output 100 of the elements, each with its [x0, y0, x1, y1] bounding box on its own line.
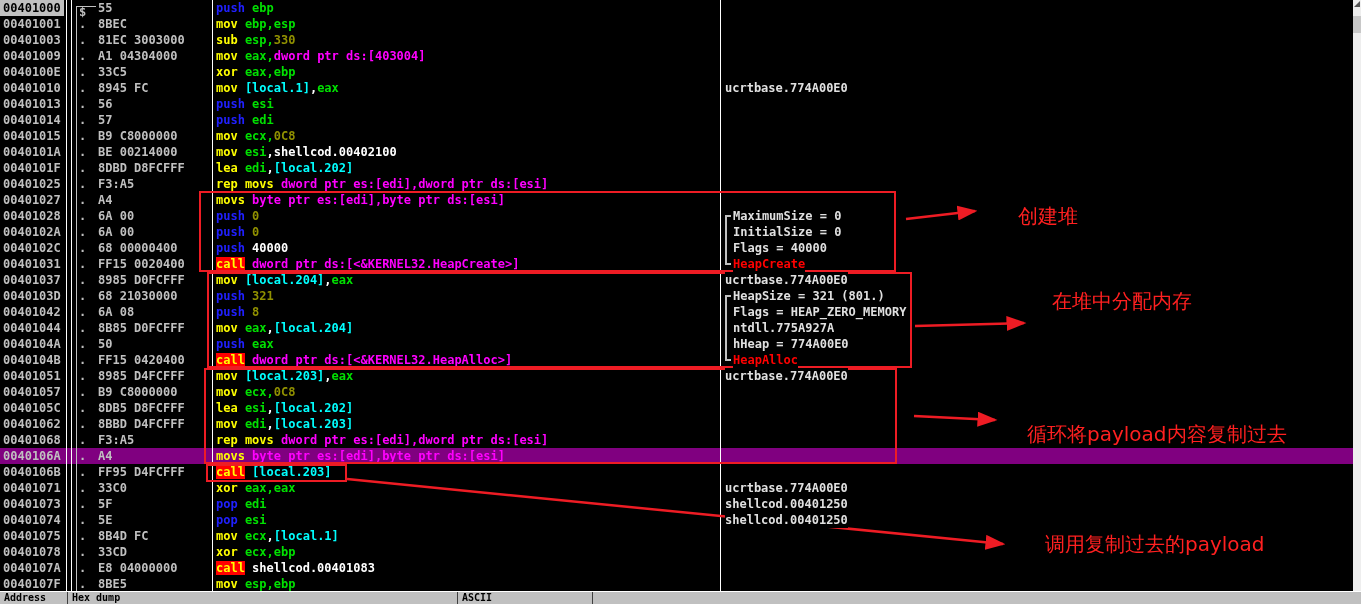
instruction-cell: push 321	[213, 288, 721, 304]
code-row[interactable]: 00401062 . 8BBD D4FCFFF mov edi,[local.203]	[0, 416, 990, 432]
code-row[interactable]: 00401074 . 5E pop esi shellcod.00401250	[0, 512, 990, 528]
instruction-cell: pop edi	[213, 496, 721, 512]
instruction-cell: mov ecx,0C8	[213, 128, 721, 144]
code-row[interactable]: 00401037 . 8985 D0FCFFF mov [local.204],eax ucrtbase.774A00E0	[0, 272, 990, 288]
address-cell-text: 00401009	[2, 48, 62, 64]
hex-cell: 57	[96, 112, 213, 128]
marker-cell: .	[76, 128, 96, 144]
address-cell-text: 00401071	[2, 480, 62, 496]
instruction-cell: pop esi	[213, 512, 721, 528]
code-row[interactable]: 0040101A . BE 00214000 mov esi,shellcod.00402100	[0, 144, 990, 160]
code-row[interactable]: 00401009 . A1 04304000 mov eax,dword ptr ds:[403004]	[0, 48, 990, 64]
marker-cell: .	[76, 480, 96, 496]
hex-cell: 5F	[96, 496, 213, 512]
instruction-cell: mov esi,shellcod.00402100	[213, 144, 721, 160]
instruction-cell: call dword ptr ds:[<&KERNEL32.HeapCreate>]	[213, 256, 721, 272]
marker-cell: .	[76, 160, 96, 176]
code-row[interactable]: 0040107A . E8 04000000 call shellcod.00401083	[0, 560, 990, 576]
instruction-cell: lea edi,[local.202]	[213, 160, 721, 176]
address-cell-text: 00401015	[2, 128, 62, 144]
hex-cell: 33C0	[96, 480, 213, 496]
instruction-cell: mov ecx,0C8	[213, 384, 721, 400]
comment-text: HeapCreate	[733, 256, 806, 272]
marker-cell: .	[76, 240, 96, 256]
code-row[interactable]: 00401010 . 8945 FC mov [local.1],eax ucrtbase.774A00E0	[0, 80, 990, 96]
code-row[interactable]: 00401075 . 8B4D FC mov ecx,[local.1]	[0, 528, 990, 544]
marker-cell: .	[76, 368, 96, 384]
address-cell-text: 00401051	[2, 368, 62, 384]
address-cell-text: 00401057	[2, 384, 62, 400]
code-row[interactable]: 00401015 . B9 C8000000 mov ecx,0C8	[0, 128, 990, 144]
address-cell-text: 00401044	[2, 320, 62, 336]
marker-cell: .	[76, 320, 96, 336]
address-cell-text: 0040102C	[2, 240, 62, 256]
code-row[interactable]: 00401003 . 81EC 3003000 sub esp,330	[0, 32, 990, 48]
code-row[interactable]: 00401073 . 5F pop edi shellcod.00401250	[0, 496, 990, 512]
marker-cell: .	[76, 512, 96, 528]
hex-cell: FF95 D4FCFFF	[96, 464, 213, 480]
hex-cell: FF15 0020400	[96, 256, 213, 272]
instruction-cell: mov edi,[local.203]	[213, 416, 721, 432]
annotation-label: 在堆中分配内存	[1052, 288, 1192, 315]
column-header[interactable]: Hex dump	[68, 592, 458, 604]
address-cell-text: 0040107F	[2, 576, 62, 591]
address-cell-text: 0040104B	[2, 352, 62, 368]
code-row[interactable]: 00401078 . 33CD xor ecx,ebp	[0, 544, 990, 560]
column-header[interactable]: ASCII	[458, 592, 593, 604]
hex-cell: B9 C8000000	[96, 128, 213, 144]
address-cell-text: 00401073	[2, 496, 62, 512]
instruction-cell: rep movs dword ptr es:[edi],dword ptr ds:[esi]	[213, 176, 721, 192]
address-cell-text: 0040105C	[2, 400, 62, 416]
hex-cell: 5E	[96, 512, 213, 528]
code-row[interactable]: 0040106B . FF95 D4FCFFF call [local.203]	[0, 464, 990, 480]
code-row[interactable]: 00401001 . 8BEC mov ebp,esp	[0, 16, 990, 32]
hex-cell: 8985 D0FCFFF	[96, 272, 213, 288]
code-row[interactable]: 0040105C . 8DB5 D8FCFFF lea esi,[local.202]	[0, 400, 990, 416]
scroll-up-icon[interactable]	[1353, 0, 1361, 8]
instruction-cell: lea esi,[local.202]	[213, 400, 721, 416]
marker-cell: .	[76, 400, 96, 416]
hex-cell: A4	[96, 448, 213, 464]
address-cell-text: 00401028	[2, 208, 62, 224]
marker-cell: .	[76, 144, 96, 160]
marker-cell: .	[76, 32, 96, 48]
code-row[interactable]: 00401014 . 57 push edi	[0, 112, 990, 128]
marker-cell: .	[76, 464, 96, 480]
instruction-cell: sub esp,330	[213, 32, 721, 48]
instruction-cell: mov [local.204],eax	[213, 272, 721, 288]
scrollbar[interactable]	[1353, 0, 1361, 591]
code-row[interactable]: 0040101F . 8DBD D8FCFFF lea edi,[local.202]	[0, 160, 990, 176]
code-row[interactable]: 0040100E . 33C5 xor eax,ebp	[0, 64, 990, 80]
instruction-cell: movs byte ptr es:[edi],byte ptr ds:[esi]	[213, 192, 721, 208]
address-cell-text: 0040104A	[2, 336, 62, 352]
address-cell-text: 0040103D	[2, 288, 62, 304]
code-row[interactable]: 00401031 . FF15 0020400 call dword ptr ds:[<&KERNEL32.HeapCreate>] HeapCreate	[0, 256, 990, 272]
instruction-cell: push 40000	[213, 240, 721, 256]
code-row[interactable]: 00401013 . 56 push esi	[0, 96, 990, 112]
address-cell-text: 00401074	[2, 512, 62, 528]
hex-cell: 8B4D FC	[96, 528, 213, 544]
marker-cell: .	[76, 448, 96, 464]
code-row[interactable]: 0040104B . FF15 0420400 call dword ptr ds:[<&KERNEL32.HeapAlloc>] HeapAlloc	[0, 352, 990, 368]
address-cell-text: 00401062	[2, 416, 62, 432]
scroll-thumb[interactable]	[1353, 16, 1361, 33]
code-row[interactable]: 00401057 . B9 C8000000 mov ecx,0C8	[0, 384, 990, 400]
code-row[interactable]: 00401027 . A4 movs byte ptr es:[edi],byte ptr ds:[esi]	[0, 192, 990, 208]
column-header[interactable]: Address	[0, 592, 68, 604]
code-row[interactable]: 00401051 . 8985 D4FCFFF mov [local.203],eax ucrtbase.774A00E0	[0, 368, 990, 384]
address-cell-text: 00401013	[2, 96, 62, 112]
code-row[interactable]: 00401042 . 6A 08 push 8 Flags = HEAP_ZERO_MEMORY	[0, 304, 990, 320]
instruction-cell: push edi	[213, 112, 721, 128]
instruction-cell: movs byte ptr es:[edi],byte ptr ds:[esi]	[213, 448, 721, 464]
code-row[interactable]: 00401000 $ 55 push ebp	[0, 0, 990, 16]
marker-cell: .	[76, 384, 96, 400]
code-row[interactable]: 0040106A . A4 movs byte ptr es:[edi],byte ptr ds:[esi]	[0, 448, 990, 464]
marker-cell: .	[76, 208, 96, 224]
address-cell: 00401000	[0, 0, 64, 16]
address-cell-text: 00401010	[2, 80, 62, 96]
code-row[interactable]: 00401071 . 33C0 xor eax,eax ucrtbase.774A00E0	[0, 480, 990, 496]
address-cell-text: 0040106A	[2, 448, 62, 464]
marker-cell: .	[76, 544, 96, 560]
code-row[interactable]: 00401025 . F3:A5 rep movs dword ptr es:[edi],dword ptr ds:[esi]	[0, 176, 990, 192]
instruction-cell: push 0	[213, 208, 721, 224]
